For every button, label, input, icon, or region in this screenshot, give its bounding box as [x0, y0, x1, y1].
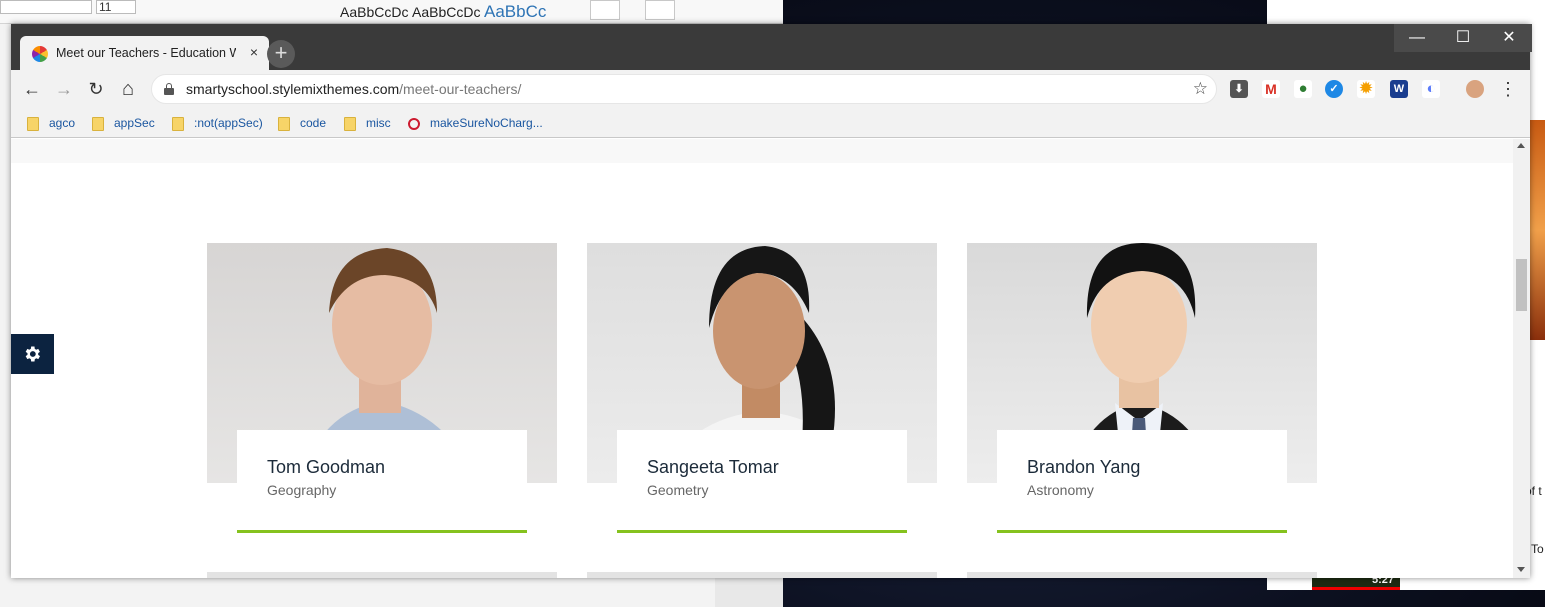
folder-icon — [92, 116, 104, 131]
ring-icon[interactable]: ◐ — [1422, 80, 1440, 98]
folder-icon — [172, 116, 184, 131]
window-maximize-button[interactable]: ☐ — [1440, 24, 1486, 52]
lock-icon — [164, 83, 174, 95]
browser-titlebar: Meet our Teachers - Education W × + — ☐ … — [11, 24, 1532, 70]
reload-button[interactable]: ↻ — [83, 76, 109, 102]
teacher-card[interactable]: Tom Goodman Geography — [207, 243, 557, 533]
browser-toolbar: ← → ↻ ⌂ smartyschool.stylemixthemes.com/… — [11, 70, 1530, 108]
video-progress-bar — [1312, 587, 1400, 590]
tab-title: Meet our Teachers - Education W — [56, 46, 236, 60]
teacher-name[interactable]: Tom Goodman — [267, 457, 385, 478]
font-size-box[interactable]: 11 — [96, 0, 136, 14]
window-minimize-button[interactable]: — — [1394, 24, 1440, 52]
bookmark-misc[interactable]: misc — [344, 113, 391, 133]
page-header-band — [11, 139, 1513, 163]
bookmark-label: misc — [366, 116, 391, 130]
bookmark-star-icon[interactable]: ☆ — [1193, 79, 1208, 99]
address-bar[interactable]: smartyschool.stylemixthemes.com/meet-our… — [151, 74, 1217, 104]
forward-button[interactable]: → — [51, 76, 77, 102]
browser-window: Meet our Teachers - Education W × + — ☐ … — [11, 24, 1532, 578]
w-extension-icon[interactable]: W — [1390, 80, 1408, 98]
teacher-name[interactable]: Sangeeta Tomar — [647, 457, 779, 478]
gmail-icon[interactable]: M — [1262, 80, 1280, 98]
tab-close-icon[interactable]: × — [246, 44, 262, 60]
page-scrollbar[interactable] — [1513, 139, 1530, 578]
scroll-up-arrow-icon[interactable] — [1517, 143, 1525, 148]
accent-bar — [237, 530, 527, 533]
gear-icon — [25, 346, 40, 362]
style-sample-normal[interactable]: AaBbCcDc — [340, 4, 408, 20]
video-thumbnail-strip — [1529, 120, 1545, 340]
bookmark-label: agco — [49, 116, 76, 130]
style-sample-nospacing[interactable]: AaBbCcDc — [412, 4, 480, 20]
teacher-card-next-row[interactable] — [587, 572, 937, 578]
teacher-card-next-row[interactable] — [967, 572, 1317, 578]
new-tab-button[interactable]: + — [267, 40, 295, 68]
bookmark-appsec[interactable]: appSec — [92, 113, 155, 133]
sun-icon[interactable]: ✹ — [1357, 80, 1375, 98]
folder-icon — [27, 116, 39, 131]
browser-tab[interactable]: Meet our Teachers - Education W × — [20, 36, 269, 70]
profile-avatar[interactable] — [1466, 80, 1484, 98]
bookmark-code[interactable]: code — [278, 113, 326, 133]
style-sample-heading[interactable]: AaBbCc — [484, 2, 546, 22]
teacher-subject: Astronomy — [1027, 482, 1094, 498]
settings-button[interactable] — [11, 334, 54, 374]
site-favicon-icon — [32, 46, 48, 62]
check-icon[interactable]: ✓ — [1325, 80, 1343, 98]
font-name-box[interactable] — [0, 0, 92, 14]
bookmark-label: :not(appSec) — [194, 116, 263, 130]
bookmark-not-appsec[interactable]: :not(appSec) — [172, 113, 263, 133]
download-icon[interactable]: ⬇ — [1230, 80, 1248, 98]
url-path: /meet-our-teachers/ — [399, 81, 522, 97]
window-close-button[interactable]: ✕ — [1486, 24, 1532, 52]
back-button[interactable]: ← — [19, 76, 45, 102]
word-document-area — [0, 578, 715, 607]
teacher-card-next-row[interactable] — [207, 572, 557, 578]
teacher-info-box: Tom Goodman Geography — [237, 430, 527, 533]
text-fragment: To — [1531, 542, 1544, 556]
teacher-card[interactable]: Brandon Yang Astronomy — [967, 243, 1317, 533]
globe-icon[interactable]: ● — [1294, 80, 1312, 98]
browser-menu-button[interactable]: ⋮ — [1495, 76, 1521, 102]
bookmark-label: makeSureNoCharg... — [430, 116, 543, 130]
folder-icon — [344, 116, 356, 131]
home-button[interactable]: ⌂ — [115, 76, 141, 102]
teacher-info-box: Sangeeta Tomar Geometry — [617, 430, 907, 533]
word-ribbon: 11 AaBbCcDc AaBbCcDc AaBbCc — [0, 0, 783, 24]
word-search-button[interactable] — [590, 0, 620, 20]
bookmark-agco[interactable]: agco — [27, 113, 75, 133]
folder-icon — [278, 116, 290, 131]
scroll-down-arrow-icon[interactable] — [1517, 567, 1525, 572]
teacher-subject: Geometry — [647, 482, 709, 498]
page-viewport: Tom Goodman Geography Sangeeta Tomar Geo… — [11, 139, 1513, 578]
word-dictate-button[interactable] — [645, 0, 675, 20]
word-side-area — [715, 578, 783, 607]
bookmarks-bar: agco appSec :not(appSec) code misc makeS… — [11, 108, 1530, 138]
teacher-card[interactable]: Sangeeta Tomar Geometry — [587, 243, 937, 533]
scrollbar-thumb[interactable] — [1516, 259, 1527, 311]
url-host: smartyschool.stylemixthemes.com — [186, 81, 400, 97]
teacher-subject: Geography — [267, 482, 337, 498]
accent-bar — [997, 530, 1287, 533]
address-url: smartyschool.stylemixthemes.com/meet-our… — [186, 81, 521, 97]
bookmark-label: appSec — [114, 116, 155, 130]
teacher-name[interactable]: Brandon Yang — [1027, 457, 1140, 478]
opera-icon — [408, 117, 420, 130]
teacher-info-box: Brandon Yang Astronomy — [997, 430, 1287, 533]
bookmark-label: code — [300, 116, 327, 130]
bookmark-makesurenocharge[interactable]: makeSureNoCharg... — [408, 113, 543, 133]
accent-bar — [617, 530, 907, 533]
